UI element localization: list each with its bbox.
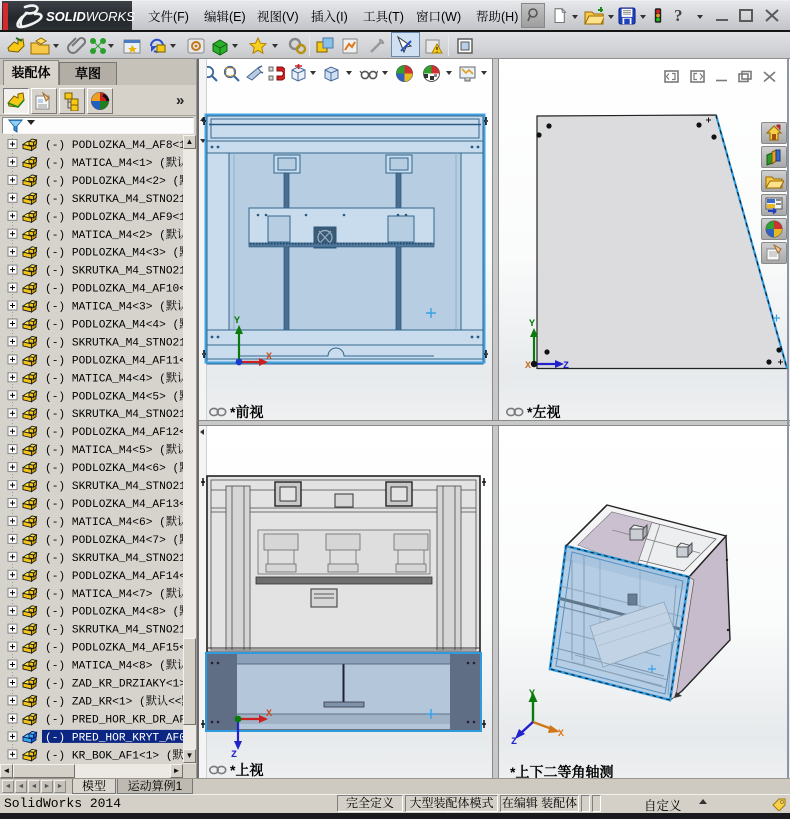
svg-text:(-) SKRUTKA_M4_STNO2114: (-) SKRUTKA_M4_STNO2114 xyxy=(45,625,196,637)
svg-text:Z: Z xyxy=(511,737,517,748)
svg-text:(-) MATICA_M4<2> (默认<: (-) MATICA_M4<2> (默认< xyxy=(45,227,195,242)
svg-text:Y: Y xyxy=(234,316,240,327)
svg-text:X: X xyxy=(525,361,531,372)
svg-text:(-) SKRUTKA_M4_STNO2114: (-) SKRUTKA_M4_STNO2114 xyxy=(45,481,196,493)
svg-text:(-) SKRUTKA_M4_STNO2114: (-) SKRUTKA_M4_STNO2114 xyxy=(45,409,196,421)
svg-text:(-) MATICA_M4<7> (默认<: (-) MATICA_M4<7> (默认< xyxy=(45,586,195,601)
svg-text:(-) MATICA_M4<6> (默认<: (-) MATICA_M4<6> (默认< xyxy=(45,514,195,529)
svg-text:(-) PODLOZKA_M4<7> (默认: (-) PODLOZKA_M4<7> (默认 xyxy=(45,532,196,547)
svg-text:(-) PODLOZKA_M4<8> (默认: (-) PODLOZKA_M4<8> (默认 xyxy=(45,604,196,619)
svg-text:X: X xyxy=(266,709,272,720)
svg-text:Z: Z xyxy=(563,361,569,372)
svg-text:(-) PODLOZKA_M4_AF15<1>: (-) PODLOZKA_M4_AF15<1> xyxy=(45,643,196,655)
svg-text:(-) PRED_HOR_KR_DR_AF0<: (-) PRED_HOR_KR_DR_AF0< xyxy=(45,714,196,726)
svg-text:(-) PODLOZKA_M4_AF14<1>: (-) PODLOZKA_M4_AF14<1> xyxy=(45,571,196,583)
svg-text:(-) PODLOZKA_M4_AF12<1>: (-) PODLOZKA_M4_AF12<1> xyxy=(45,427,196,439)
svg-text:(-) MATICA_M4<8> (默认<: (-) MATICA_M4<8> (默认< xyxy=(45,658,195,673)
svg-text:Y: Y xyxy=(529,319,535,330)
svg-text:(-) SKRUTKA_M4_STNO2114: (-) SKRUTKA_M4_STNO2114 xyxy=(45,194,196,206)
svg-text:(-) MATICA_M4<4> (默认<: (-) MATICA_M4<4> (默认< xyxy=(45,370,195,385)
svg-text:(-) PRED_HOR_KRYT_AF0<1: (-) PRED_HOR_KRYT_AF0<1 xyxy=(45,732,196,744)
svg-text:(-) PODLOZKA_M4_AF9<1>: (-) PODLOZKA_M4_AF9<1> xyxy=(45,212,193,224)
svg-text:(-) ZAD_KR<1> (默认<<默: (-) ZAD_KR<1> (默认<<默 xyxy=(45,693,193,708)
svg-text:(-) SKRUTKA_M4_STNO2114: (-) SKRUTKA_M4_STNO2114 xyxy=(45,266,196,278)
svg-text:(-) KR_BOK_AF1<1> (默认: (-) KR_BOK_AF1<1> (默认 xyxy=(45,747,195,762)
svg-text:(-) MATICA_M4<3> (默认<: (-) MATICA_M4<3> (默认< xyxy=(45,299,195,314)
svg-text:(-) SKRUTKA_M4_STNO2114: (-) SKRUTKA_M4_STNO2114 xyxy=(45,337,196,349)
svg-text:(-) SKRUTKA_M4_STNO2114: (-) SKRUTKA_M4_STNO2114 xyxy=(45,553,196,565)
svg-text:(-) PODLOZKA_M4<3> (默认: (-) PODLOZKA_M4<3> (默认 xyxy=(45,245,196,260)
svg-text:(-) PODLOZKA_M4<5> (默认: (-) PODLOZKA_M4<5> (默认 xyxy=(45,388,196,403)
svg-text:(-) PODLOZKA_M4<4> (默认: (-) PODLOZKA_M4<4> (默认 xyxy=(45,317,196,332)
svg-text:(-) MATICA_M4<5> (默认<: (-) MATICA_M4<5> (默认< xyxy=(45,442,195,457)
svg-text:(-) PODLOZKA_M4_AF13<1>: (-) PODLOZKA_M4_AF13<1> xyxy=(45,499,196,511)
svg-text:(-) ZAD_KR_DRZIAKY<1> (: (-) ZAD_KR_DRZIAKY<1> ( xyxy=(45,679,196,691)
svg-text:(-) PODLOZKA_M4<6> (默认: (-) PODLOZKA_M4<6> (默认 xyxy=(45,460,196,475)
svg-text:(-) PODLOZKA_M4_AF11<1>: (-) PODLOZKA_M4_AF11<1> xyxy=(45,355,196,367)
svg-text:X: X xyxy=(558,729,564,740)
svg-text:(-) MATICA_M4<1> (默认<: (-) MATICA_M4<1> (默认< xyxy=(45,155,195,170)
svg-text:X: X xyxy=(266,352,272,363)
svg-text:(-) PODLOZKA_M4_AF8<1>: (-) PODLOZKA_M4_AF8<1> xyxy=(45,140,193,152)
svg-text:(-) PODLOZKA_M4<2> (默认: (-) PODLOZKA_M4<2> (默认 xyxy=(45,173,196,188)
svg-text:(-) PODLOZKA_M4_AF10<1>: (-) PODLOZKA_M4_AF10<1> xyxy=(45,284,196,296)
svg-text:Y: Y xyxy=(529,689,535,700)
